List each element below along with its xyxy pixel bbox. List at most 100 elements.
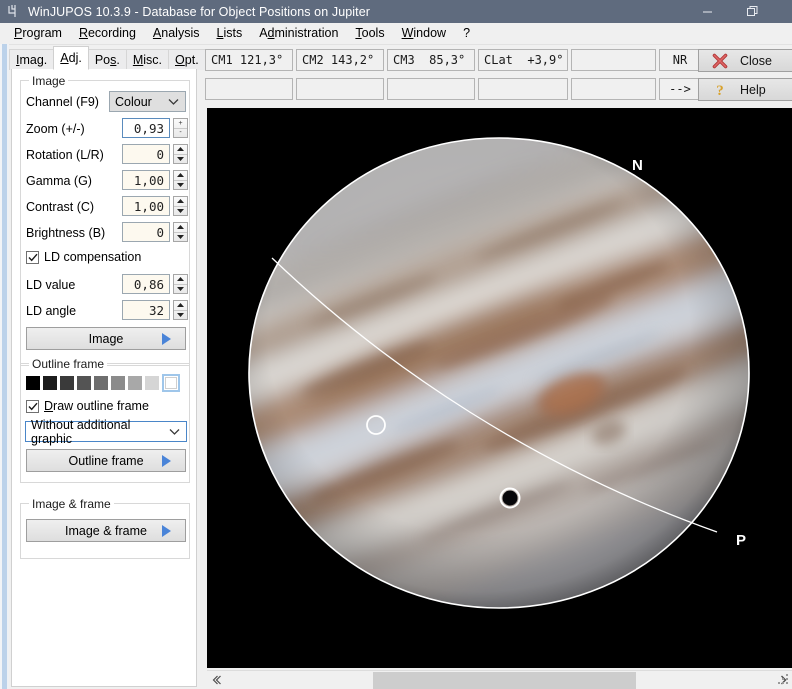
contrast-stepper-up[interactable]	[174, 197, 187, 207]
ld-angle-stepper-up[interactable]	[174, 301, 187, 311]
ld-angle-label: LD angle	[26, 303, 77, 318]
zoom-stepper-up[interactable]: +	[174, 119, 187, 129]
ld-value-stepper-down[interactable]	[174, 285, 187, 294]
scrollbar-track[interactable]	[225, 671, 774, 689]
tab-misc[interactable]: Misc.	[125, 49, 170, 70]
play-arrow-icon	[161, 454, 172, 467]
gamma-stepper-up[interactable]	[174, 171, 187, 181]
swatch-3[interactable]	[77, 376, 91, 390]
blank-field-2[interactable]	[205, 78, 293, 100]
swatch-1[interactable]	[43, 376, 57, 390]
menu-item-lists[interactable]: Lists	[208, 24, 251, 43]
blank-field-4[interactable]	[387, 78, 475, 100]
outline-frame-group-title: Outline frame	[29, 357, 108, 371]
zoom-stepper-down[interactable]: -	[174, 129, 187, 138]
gamma-input[interactable]: 1,00	[122, 170, 170, 190]
image-and-frame-button-label: Image & frame	[65, 523, 147, 538]
image-and-frame-button[interactable]: Image & frame	[26, 519, 186, 542]
swatch-8-inner	[165, 377, 177, 389]
cm2-field[interactable]: CM2 143,2°	[296, 49, 384, 71]
rotation-stepper[interactable]	[173, 144, 188, 164]
maximize-restore-button[interactable]	[730, 0, 775, 23]
toolbar-row-1: CM1 121,3° CM2 143,2° CM3 85,3° CLat +3,…	[205, 49, 704, 71]
close-button[interactable]: Close	[698, 49, 792, 72]
contrast-stepper[interactable]	[173, 196, 188, 216]
tab-opt[interactable]: Opt.	[168, 49, 206, 70]
image-apply-label: Image	[88, 331, 124, 346]
blank-field-5[interactable]	[478, 78, 568, 100]
label-north: N	[632, 157, 643, 174]
cm1-field[interactable]: CM1 121,3°	[205, 49, 293, 71]
gamma-stepper[interactable]	[173, 170, 188, 190]
question-mark-icon: ?	[709, 82, 731, 98]
tab-imag[interactable]: Imag.	[9, 49, 55, 70]
swatch-4[interactable]	[94, 376, 108, 390]
additional-graphic-select[interactable]: Without additional graphic	[25, 418, 187, 446]
gamma-label: Gamma (G)	[26, 173, 92, 188]
scroll-left-arrow-icon[interactable]	[207, 671, 225, 689]
rotation-stepper-down[interactable]	[174, 155, 187, 164]
nr-button[interactable]: NR	[659, 49, 701, 71]
play-arrow-icon	[161, 524, 172, 537]
ld-value-stepper[interactable]	[173, 274, 188, 294]
ld-angle-input[interactable]: 32	[122, 300, 170, 320]
minimize-button[interactable]	[685, 0, 730, 23]
menu-item-administration[interactable]: Administration	[251, 24, 347, 43]
blank-field-1[interactable]	[571, 49, 656, 71]
rotation-input[interactable]: 0	[122, 144, 170, 164]
swatch-2[interactable]	[60, 376, 74, 390]
ld-angle-row: LD angle	[26, 300, 76, 321]
ld-angle-stepper-down[interactable]	[174, 311, 187, 320]
image-apply-button[interactable]: Image	[26, 327, 186, 350]
menu-item-recording[interactable]: Recording	[71, 24, 145, 43]
zoom-stepper[interactable]: + -	[173, 118, 188, 138]
ld-value-value: 0,86	[133, 276, 164, 292]
gamma-stepper-down[interactable]	[174, 181, 187, 190]
outline-frame-button[interactable]: Outline frame	[26, 449, 186, 472]
tab-strip: Imag. Adj. Po s. Misc. Opt.	[9, 46, 206, 70]
brightness-stepper-down[interactable]	[174, 233, 187, 242]
zoom-input[interactable]: 0,93	[122, 118, 170, 138]
brightness-stepper-up[interactable]	[174, 223, 187, 233]
swatch-6[interactable]	[128, 376, 142, 390]
contrast-input[interactable]: 1,00	[122, 196, 170, 216]
help-button[interactable]: ? Help	[698, 78, 792, 101]
clat-field[interactable]: CLat +3,9°	[478, 49, 568, 71]
menu-item-tools[interactable]: Tools	[347, 24, 393, 43]
swatch-5[interactable]	[111, 376, 125, 390]
brightness-input[interactable]: 0	[122, 222, 170, 242]
menu-item-analysis[interactable]: Analysis	[145, 24, 209, 43]
brightness-stepper[interactable]	[173, 222, 188, 242]
ld-compensation-checkbox[interactable]: LD compensation	[26, 250, 141, 264]
blank-field-6[interactable]	[571, 78, 656, 100]
close-window-button[interactable]	[775, 0, 792, 23]
additional-graphic-value: Without additional graphic	[31, 417, 131, 446]
swatch-7[interactable]	[145, 376, 159, 390]
resize-grip-icon[interactable]	[776, 672, 791, 687]
swatch-8-selected[interactable]	[162, 374, 180, 392]
outline-color-swatches	[26, 374, 180, 392]
cm3-field[interactable]: CM3 85,3°	[387, 49, 475, 71]
blank-field-3[interactable]	[296, 78, 384, 100]
tab-pos[interactable]: Po s.	[87, 49, 127, 70]
menu-item-help[interactable]: ?	[455, 24, 479, 43]
draw-outline-frame-label: Draw outline frame	[44, 399, 149, 413]
scrollbar-thumb[interactable]	[373, 671, 636, 689]
channel-select[interactable]: Colour	[109, 91, 186, 112]
menu-item-window[interactable]: Window	[394, 24, 455, 43]
ld-value-input[interactable]: 0,86	[122, 274, 170, 294]
rotation-stepper-up[interactable]	[174, 145, 187, 155]
window-title: WinJUPOS 10.3.9 - Database for Object Po…	[28, 4, 371, 19]
ld-value-stepper-up[interactable]	[174, 275, 187, 285]
advance-arrow-button[interactable]: -->	[659, 78, 701, 100]
swatch-0[interactable]	[26, 376, 40, 390]
menu-item-program[interactable]: Program	[6, 24, 71, 43]
image-viewport[interactable]: N P	[207, 108, 792, 668]
draw-outline-frame-checkbox[interactable]: Draw outline frame	[26, 399, 149, 413]
rotation-label: Rotation (L/R)	[26, 147, 104, 162]
contrast-stepper-down[interactable]	[174, 207, 187, 216]
horizontal-scrollbar[interactable]	[207, 670, 792, 689]
tab-adj[interactable]: Adj.	[53, 46, 89, 70]
chevron-down-icon	[168, 98, 185, 106]
ld-angle-stepper[interactable]	[173, 300, 188, 320]
